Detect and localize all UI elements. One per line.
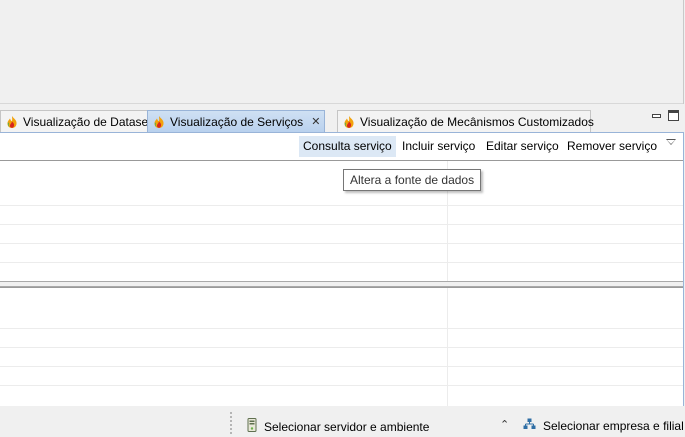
view-window-controls bbox=[651, 110, 679, 121]
tooltip: Altera a fonte de dados bbox=[343, 169, 482, 191]
grid-row-line bbox=[0, 205, 683, 206]
minimize-icon[interactable] bbox=[651, 110, 662, 121]
flame-icon bbox=[342, 115, 356, 129]
grid-row-line bbox=[0, 366, 683, 367]
close-icon[interactable]: ✕ bbox=[311, 115, 320, 128]
select-company-label: Selecionar empresa e filial bbox=[543, 418, 684, 433]
select-company-button[interactable]: Selecionar empresa e filial bbox=[523, 418, 684, 433]
grid-row-line bbox=[0, 328, 683, 329]
tab-services-view[interactable]: Visualização de Serviços ✕ bbox=[147, 110, 325, 132]
grid-row-line bbox=[0, 347, 683, 348]
grid-row-line bbox=[0, 224, 683, 225]
flame-icon bbox=[152, 115, 166, 129]
incluir-servico-button[interactable]: Incluir serviço bbox=[398, 136, 479, 157]
tab-label: Visualização de Serviços bbox=[170, 114, 304, 129]
editor-area bbox=[0, 0, 684, 104]
view-toolbar: Consulta serviço Incluir serviço Editar … bbox=[0, 133, 683, 161]
services-table-bottom[interactable] bbox=[0, 287, 683, 406]
maximize-icon[interactable] bbox=[668, 110, 679, 121]
grid-row-line bbox=[0, 243, 683, 244]
grid-row-line bbox=[0, 262, 683, 263]
view-tab-bar: Visualização de Dataset Visualização de … bbox=[0, 110, 685, 133]
org-chart-icon bbox=[523, 418, 536, 433]
select-server-button[interactable]: Selecionar servidor e ambiente bbox=[247, 418, 429, 435]
tab-label: Visualização de Dataset bbox=[23, 114, 152, 129]
consulta-servico-button[interactable]: Consulta serviço bbox=[299, 136, 396, 157]
services-table-top[interactable] bbox=[0, 160, 683, 281]
tab-dataset-view[interactable]: Visualização de Dataset bbox=[0, 110, 152, 132]
select-server-label: Selecionar servidor e ambiente bbox=[264, 419, 430, 434]
chevron-up-icon[interactable]: ⌃ bbox=[500, 418, 509, 431]
tab-label: Visualização de Mecânismos Customizados bbox=[360, 114, 594, 129]
flame-icon bbox=[5, 115, 19, 129]
view-menu-icon[interactable] bbox=[666, 139, 676, 145]
server-icon bbox=[247, 418, 257, 435]
editar-servico-button[interactable]: Editar serviço bbox=[482, 136, 563, 157]
grid-row-line bbox=[0, 385, 683, 386]
status-separator bbox=[230, 412, 232, 434]
remover-servico-button[interactable]: Remover serviço bbox=[563, 136, 661, 157]
grid-column-line bbox=[447, 288, 448, 406]
services-view-panel: Consulta serviço Incluir serviço Editar … bbox=[0, 132, 684, 406]
tab-custom-mechanisms-view[interactable]: Visualização de Mecânismos Customizados bbox=[337, 110, 594, 132]
status-bar: Selecionar servidor e ambiente ⌃ Selecio… bbox=[0, 412, 685, 437]
